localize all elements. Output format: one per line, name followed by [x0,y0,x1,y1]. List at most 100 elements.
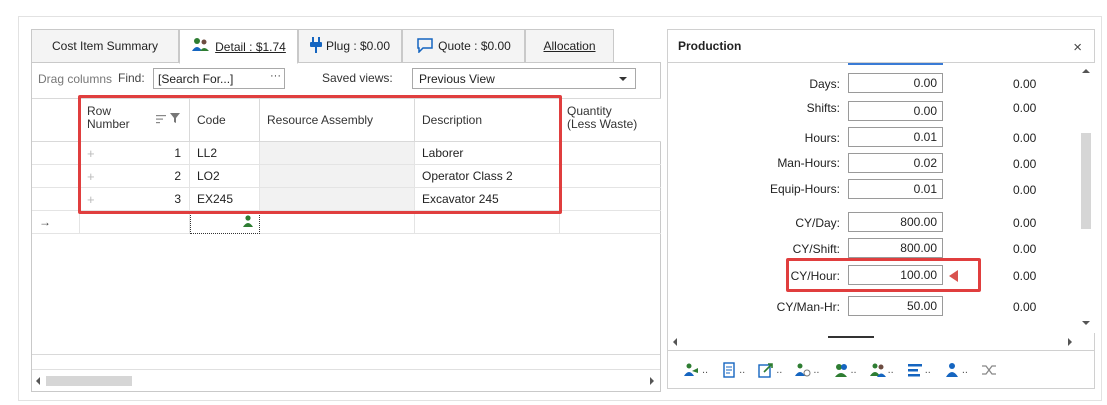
row-indicator[interactable] [32,165,80,188]
crew-icon [684,363,698,376]
saved-views-select[interactable]: Previous View [412,68,636,89]
code-cell[interactable]: LL2 [190,142,260,165]
horizontal-scrollbar[interactable] [667,333,1095,351]
quantity-cell[interactable] [560,142,661,165]
scroll-up-icon[interactable] [1082,69,1090,73]
chevron-down-icon [619,77,627,81]
field-value: 0.00 [1013,300,1037,314]
crew-button[interactable]: .. [684,362,708,378]
scroll-right-icon[interactable] [1068,338,1072,346]
sort-icon[interactable] [156,114,166,124]
button-dots: .. [739,363,746,376]
new-row-cell[interactable] [415,211,560,234]
vertical-scrollbar[interactable] [1077,63,1095,333]
cy-hour-input[interactable]: 100.00 [848,265,943,285]
cy-day-input[interactable]: 800.00 [848,212,943,232]
person-button[interactable]: .. [944,362,968,378]
scrollbar-thumb[interactable] [46,376,132,386]
table-row[interactable]: + 3 [80,188,190,211]
button-dots: .. [961,363,968,376]
tab-label: Allocation [543,39,596,53]
field-row-hours: Hours: 0.01 0.00 [668,123,1078,147]
close-icon[interactable]: × [1073,39,1082,56]
add-crew-button[interactable]: .. [833,362,857,378]
col-header-label: (Less Waste) [567,117,638,131]
expand-icon[interactable]: + [87,146,95,161]
row-number: 3 [174,192,181,206]
export-button[interactable]: .. [758,362,782,378]
hours-input[interactable]: 0.01 [848,127,943,147]
new-row-cell[interactable] [560,211,661,234]
tab-cost-item-summary[interactable]: Cost Item Summary [31,29,179,63]
col-header-description[interactable]: Description [415,98,560,142]
assembly-cell[interactable] [260,188,415,211]
shuffle-button[interactable] [981,362,997,378]
button-dots: .. [924,363,931,376]
production-fields: Days: 0.00 0.00 Shifts: 0.00 0.00 Hours:… [667,63,1095,333]
scroll-left-icon[interactable] [673,338,677,346]
shifts-input[interactable]: 0.00 [848,101,943,121]
tab-label: Quote : $0.00 [438,39,511,53]
tab-detail[interactable]: Detail : $1.74 [179,29,298,64]
field-label: CY/Day: [795,216,840,230]
resource-picker-icon[interactable] [243,215,253,230]
search-options-button[interactable]: ··· [270,70,281,82]
new-row-code-cell[interactable] [190,211,260,234]
new-row-cell[interactable] [80,211,190,234]
list-button[interactable]: .. [907,362,931,378]
group-crew-button[interactable]: .. [869,362,894,378]
description-cell[interactable]: Operator Class 2 [415,165,560,188]
field-value: 0.00 [1013,157,1037,171]
filter-icon[interactable] [170,113,180,123]
workers-icon [191,37,211,56]
table-row[interactable]: + 1 [80,142,190,165]
detail-panel: Drag columns Find: [Search For...] ··· S… [31,62,661,392]
tab-quote[interactable]: Quote : $0.00 [402,29,525,63]
row-indicator[interactable] [32,188,80,211]
row-indicator[interactable] [32,142,80,165]
group-icon [869,363,886,377]
scrollbar-thumb[interactable] [1081,133,1091,229]
field-row-days: Days: 0.00 0.00 [668,73,1078,97]
labor-time-button[interactable]: .. [795,362,820,378]
panel-title: Production [678,39,742,53]
quantity-cell[interactable] [560,188,661,211]
days-input[interactable]: 0.00 [848,73,943,93]
row-indicator-header [32,98,80,142]
equip-hours-input[interactable]: 0.01 [848,179,943,199]
col-header-resource-assembly[interactable]: Resource Assembly [260,98,415,142]
quantity-cell[interactable] [560,165,661,188]
cy-shift-input[interactable]: 800.00 [848,238,943,258]
horizontal-scrollbar[interactable] [32,369,660,391]
col-header-quantity[interactable]: Quantity (Less Waste) [560,98,661,142]
notes-button[interactable]: .. [721,361,746,378]
description-cell[interactable]: Laborer [415,142,560,165]
col-header-label: Number [87,117,130,131]
assembly-cell[interactable] [260,142,415,165]
scroll-right-icon[interactable] [650,377,654,385]
cy-man-hr-input[interactable]: 50.00 [848,296,943,316]
description-cell[interactable]: Excavator 245 [415,188,560,211]
assembly-cell[interactable] [260,165,415,188]
search-value: [Search For...] [158,71,234,86]
field-row-man-hours: Man-Hours: 0.02 0.00 [668,149,1078,173]
scroll-down-icon[interactable] [1082,321,1090,325]
code-cell[interactable]: LO2 [190,165,260,188]
field-label: Days: [809,77,840,91]
tab-plug[interactable]: Plug : $0.00 [298,29,402,63]
search-input[interactable]: [Search For...] ··· [153,68,285,89]
field-label: Equip-Hours: [769,182,840,196]
tab-allocation[interactable]: Allocation [525,29,614,63]
expand-icon[interactable]: + [87,192,95,207]
new-row-cell[interactable] [260,211,415,234]
button-dots: .. [776,363,783,376]
scroll-left-icon[interactable] [36,377,40,385]
table-row[interactable]: + 2 [80,165,190,188]
col-header-code[interactable]: Code [190,98,260,142]
code-cell[interactable]: EX245 [190,188,260,211]
col-header-row-number[interactable]: Row Number [80,98,190,142]
man-hours-input[interactable]: 0.02 [848,153,943,173]
scrollbar-thumb[interactable] [828,336,874,338]
field-value: 0.00 [1013,101,1037,115]
expand-icon[interactable]: + [87,169,95,184]
